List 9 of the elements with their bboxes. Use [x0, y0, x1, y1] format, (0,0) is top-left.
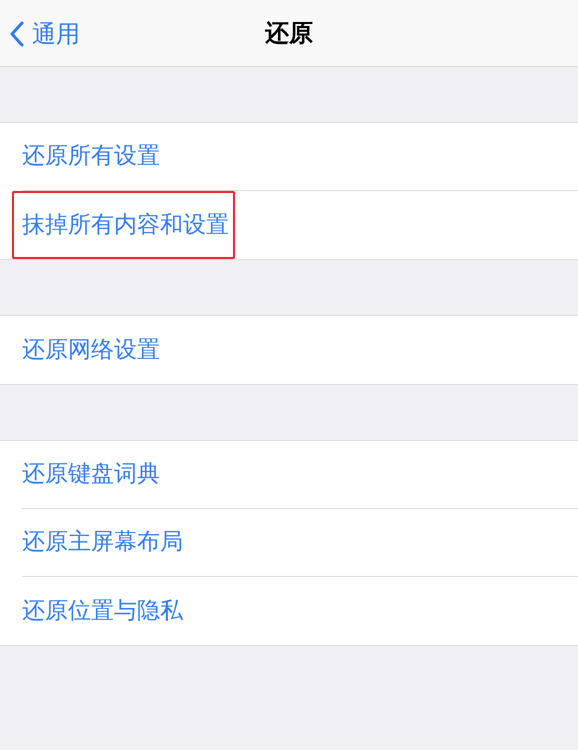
back-button[interactable]: 通用 [10, 16, 80, 52]
settings-item[interactable]: 还原主屏幕布局 [22, 529, 183, 556]
settings-item[interactable]: 还原所有设置 [22, 143, 160, 170]
page-title: 还原 [265, 18, 313, 49]
settings-item[interactable]: 抹掉所有内容和设置 [22, 212, 229, 238]
settings-item[interactable]: 还原键盘词典 [22, 461, 160, 488]
settings-item[interactable]: 还原网络设置 [22, 336, 160, 363]
chevron-left-icon [10, 21, 24, 47]
settings-item[interactable]: 还原位置与隐私 [22, 598, 183, 624]
